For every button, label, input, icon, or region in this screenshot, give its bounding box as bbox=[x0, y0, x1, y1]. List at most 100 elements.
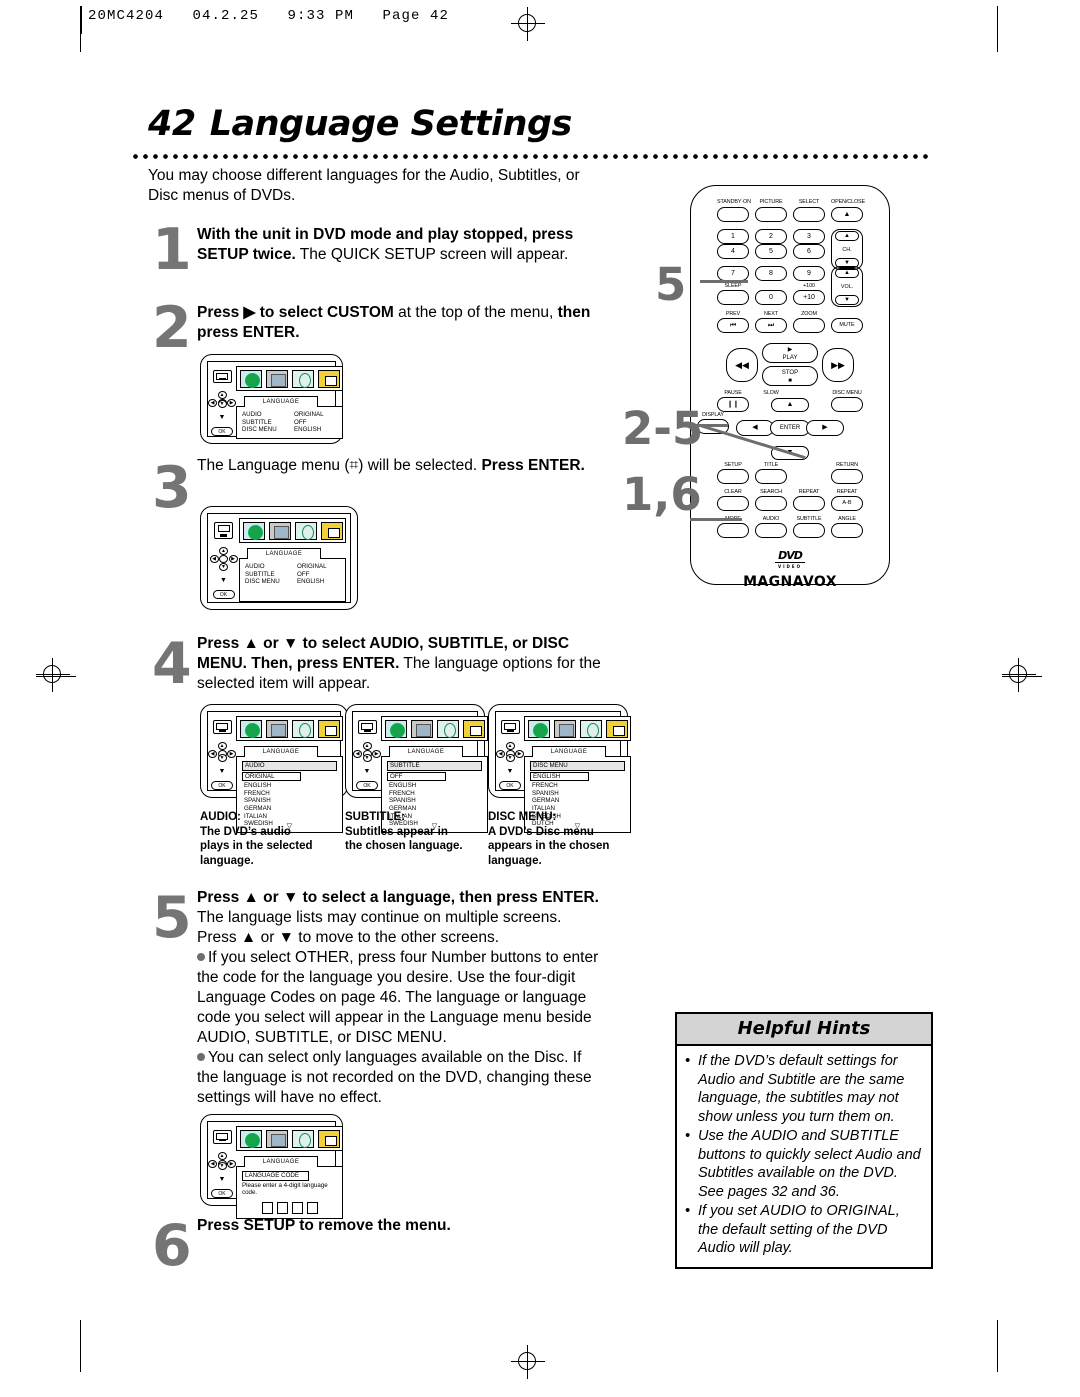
open-close-button[interactable]: ▲ bbox=[831, 207, 863, 222]
repeat-button[interactable] bbox=[793, 496, 825, 511]
key-6[interactable]: 6 bbox=[793, 244, 825, 259]
setup-button[interactable] bbox=[717, 469, 749, 484]
row-value: ENGLISH bbox=[297, 578, 325, 586]
callout-leader-1-6 bbox=[690, 518, 742, 521]
helpful-hints-box: Helpful Hints • If the DVD’s default sett… bbox=[675, 1012, 933, 1269]
remote-row-setup bbox=[690, 469, 890, 484]
document-page: 20MC4204 04.2.25 9:33 PM Page 42 42 Langu… bbox=[0, 0, 1080, 1397]
option-item: FRENCH bbox=[532, 782, 558, 790]
langcode-header: LANGUAGE CODE bbox=[242, 1171, 309, 1181]
display-icon bbox=[268, 521, 291, 540]
rewind-button[interactable]: ◀◀ bbox=[726, 347, 758, 382]
option-selected: ENGLISH bbox=[530, 771, 589, 782]
channel-rocker[interactable]: ▲ CH. ▼ bbox=[831, 229, 863, 270]
subtitle-button[interactable] bbox=[793, 523, 825, 538]
step-number-4: 4 bbox=[152, 631, 192, 697]
caption-subtitle: SUBTITLE: Subtitles appear in the chosen… bbox=[345, 810, 463, 854]
stop-button[interactable]: STOP ■ bbox=[762, 366, 818, 386]
audio-icon bbox=[436, 719, 459, 738]
bullet-text: If you select OTHER, press four Number b… bbox=[197, 949, 599, 1046]
remote-row-transport-labels: PREV NEXT ZOOM bbox=[690, 311, 890, 318]
clear-button[interactable] bbox=[717, 496, 749, 511]
key-2[interactable]: 2 bbox=[755, 229, 787, 244]
dpad-icon: ▲ ◀ ▶ ▼ bbox=[496, 742, 524, 762]
sleep-button[interactable] bbox=[717, 290, 749, 305]
ok-pill: OK bbox=[499, 781, 521, 790]
plus10-button[interactable]: +10 bbox=[793, 290, 825, 305]
callout-leader-5 bbox=[700, 280, 748, 283]
prev-button[interactable]: ⏮ bbox=[717, 318, 749, 333]
helpful-hints-body: • If the DVD’s default settings for Audio… bbox=[677, 1046, 931, 1267]
audio-icon bbox=[291, 1129, 314, 1148]
callout-2-5: 2-5 bbox=[622, 402, 704, 455]
volume-rocker[interactable]: ▲ VOL. ▼ bbox=[831, 266, 863, 307]
key-4[interactable]: 4 bbox=[717, 244, 749, 259]
repeat-ab-button[interactable]: A-B bbox=[831, 496, 863, 511]
step-number-3: 3 bbox=[152, 455, 192, 521]
return-button[interactable] bbox=[831, 469, 863, 484]
remote-row-transport: ⏮ ⏭ MUTE bbox=[690, 318, 890, 333]
mode-button[interactable] bbox=[717, 523, 749, 538]
next-button[interactable]: ⏭ bbox=[755, 318, 787, 333]
picture-button[interactable] bbox=[755, 207, 787, 222]
label-picture: PICTURE bbox=[759, 199, 783, 205]
monitor-icon bbox=[212, 1130, 232, 1144]
key-3[interactable]: 3 bbox=[793, 229, 825, 244]
page-title-text: Language Settings bbox=[209, 104, 573, 144]
audio-button[interactable] bbox=[755, 523, 787, 538]
standby-on-button[interactable] bbox=[717, 207, 749, 222]
step-text-6: Press SETUP to remove the menu. bbox=[197, 1217, 451, 1234]
dvd-logo-sub: VIDEO bbox=[777, 564, 803, 569]
tv-screen-audio: ▲ ◀ ▶ ▼ ▼ OK LANGUAGE AUDIO ORIGINAL ENGLIS… bbox=[200, 704, 348, 833]
label-return: RETURN bbox=[836, 462, 858, 468]
nav-up-button[interactable]: ▲ bbox=[771, 398, 809, 412]
zoom-button[interactable] bbox=[793, 318, 825, 333]
globe-icon bbox=[384, 719, 407, 738]
channel-up-button[interactable]: ▲ bbox=[835, 231, 859, 241]
key-5[interactable]: 5 bbox=[755, 244, 787, 259]
remote-row-top-labels: STANDBY·ON PICTURE SELECT OPEN/CLOSE bbox=[690, 199, 890, 206]
ok-pill: OK bbox=[211, 427, 233, 436]
label-title: TITLE bbox=[763, 462, 779, 468]
volume-up-button[interactable]: ▲ bbox=[835, 268, 859, 278]
ok-pill: OK bbox=[211, 781, 233, 790]
title-button[interactable] bbox=[755, 469, 787, 484]
dvd-logo-text: DVD bbox=[775, 549, 805, 563]
volume-down-button[interactable]: ▼ bbox=[835, 295, 859, 305]
menu-tab: LANGUAGE bbox=[244, 746, 318, 757]
enter-button[interactable]: ENTER bbox=[770, 420, 810, 436]
page-slug: 20MC4204 04.2.25 9:33 PM Page 42 bbox=[88, 8, 450, 24]
nav-left-button[interactable]: ◀ bbox=[736, 420, 774, 436]
label-blank3 bbox=[793, 390, 825, 397]
mute-button[interactable]: MUTE bbox=[831, 318, 863, 333]
angle-button[interactable] bbox=[831, 523, 863, 538]
key-8[interactable]: 8 bbox=[755, 266, 787, 281]
helpful-hints-title: Helpful Hints bbox=[677, 1014, 931, 1046]
label-zoom: ZOOM bbox=[801, 311, 817, 317]
key-1[interactable]: 1 bbox=[717, 229, 749, 244]
tv-screen-step2: ▲ ◀ ▶ ▼ ▼ OK LANGUAGE AUDIO ORIGINAL SUBTITL… bbox=[200, 354, 343, 444]
setup-icon-bar bbox=[381, 716, 488, 741]
play-button[interactable]: ▶ PLAY bbox=[762, 343, 818, 363]
remote-row-top-buttons: ▲ bbox=[690, 207, 890, 222]
select-button[interactable] bbox=[793, 207, 825, 222]
row-value: ORIGINAL bbox=[294, 411, 324, 418]
hint-bullet-icon: • bbox=[685, 1203, 691, 1219]
bullet-icon bbox=[197, 1053, 205, 1061]
display-icon bbox=[265, 369, 288, 388]
fast-forward-button[interactable]: ▶▶ bbox=[822, 347, 854, 382]
key-9[interactable]: 9 bbox=[793, 266, 825, 281]
key-7[interactable]: 7 bbox=[717, 266, 749, 281]
monitor-icon bbox=[357, 720, 377, 735]
search-mode-button[interactable] bbox=[755, 496, 787, 511]
audio-icon bbox=[291, 369, 314, 388]
row-value: OFF bbox=[297, 570, 310, 578]
label-disc-menu: DISC MENU bbox=[832, 390, 862, 396]
option-item: ENGLISH bbox=[244, 782, 272, 790]
menu-tab: LANGUAGE bbox=[247, 548, 321, 559]
key-0[interactable]: 0 bbox=[755, 290, 787, 305]
setup-icon-bar bbox=[239, 518, 346, 543]
dpad-icon: ▲ ◀ ▶ ▼ bbox=[353, 742, 381, 762]
nav-right-button[interactable]: ▶ bbox=[806, 420, 844, 436]
step-text-3: The Language menu (⌗) will be selected. … bbox=[197, 457, 585, 474]
